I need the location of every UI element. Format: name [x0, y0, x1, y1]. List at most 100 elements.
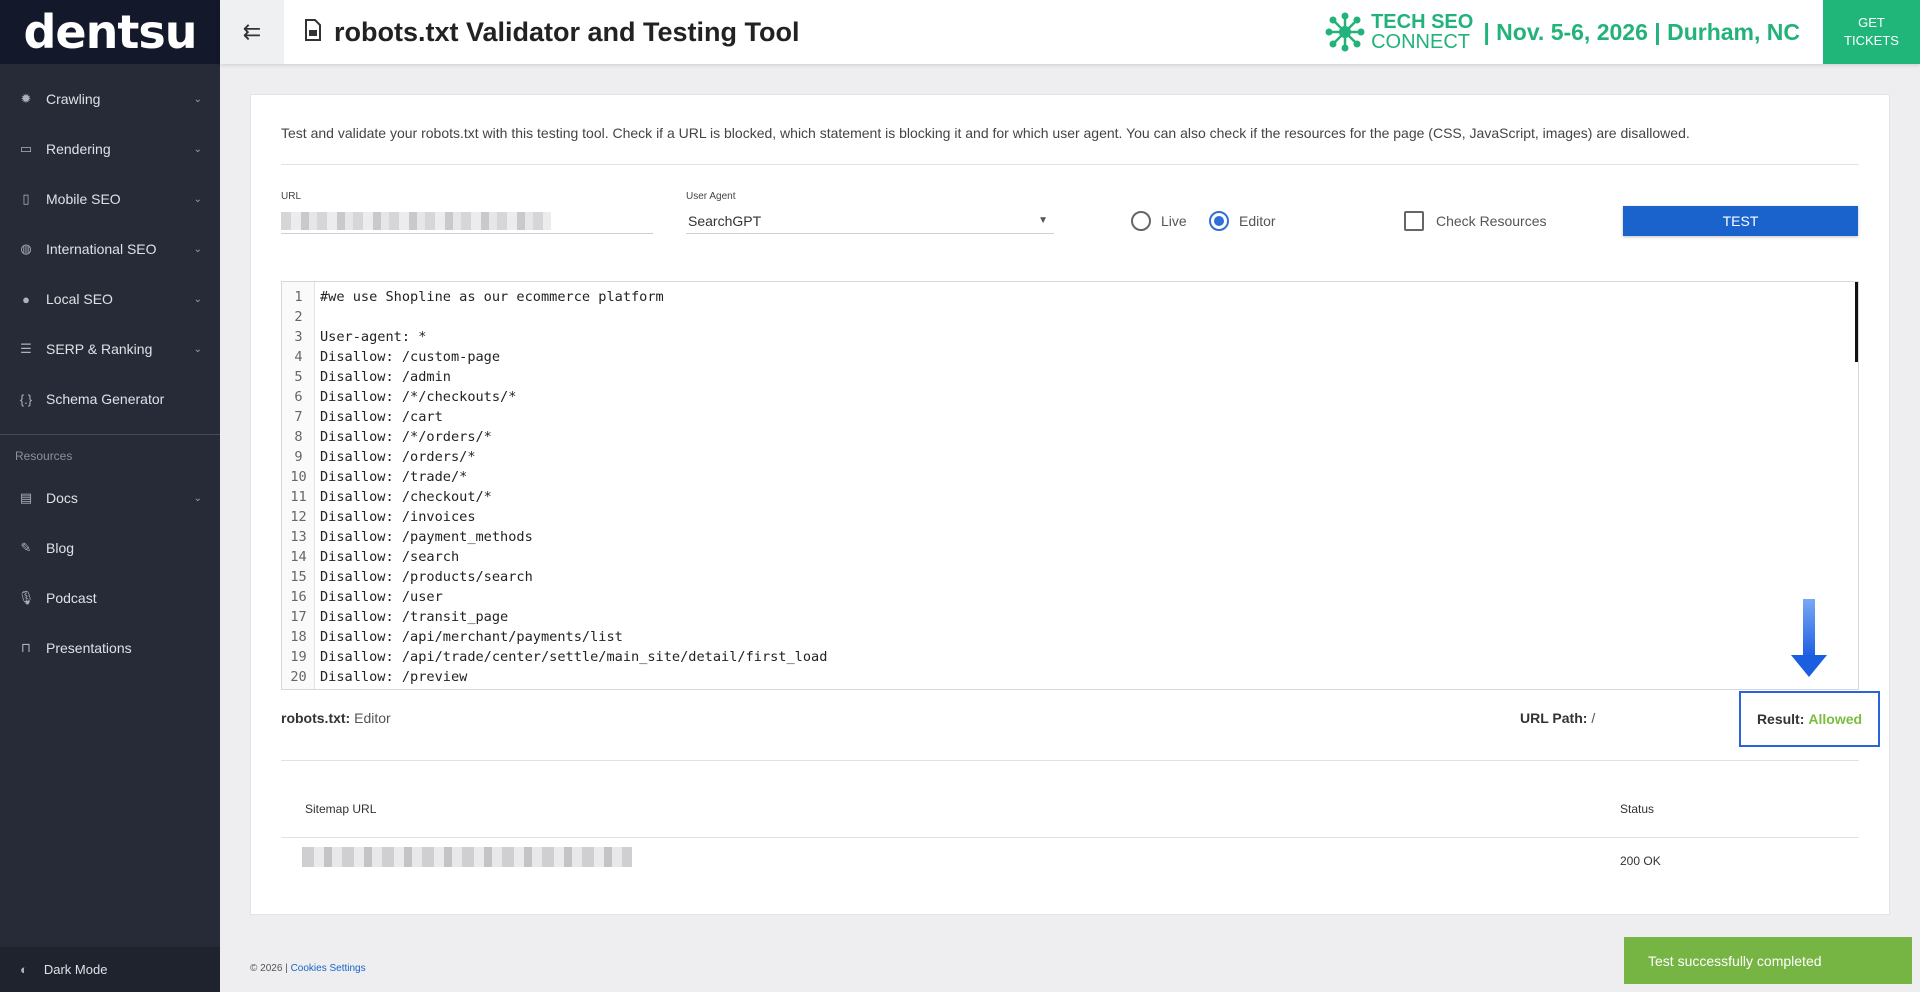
- editor-line[interactable]: 18 Disallow: /api/merchant/payments/list: [282, 627, 623, 647]
- sidebar-item-label: Rendering: [46, 141, 111, 157]
- result-box: Result: Allowed: [1739, 691, 1880, 747]
- dark-mode-toggle[interactable]: ◐ Dark Mode: [0, 947, 220, 992]
- user-agent-select[interactable]: User Agent SearchGPT ▼: [686, 191, 1054, 234]
- line-number: 13: [290, 529, 307, 545]
- success-toast: Test successfully completed: [1624, 937, 1912, 984]
- editor-line-text: Disallow: /*/orders/*: [320, 429, 492, 445]
- editor-line[interactable]: 17 Disallow: /transit_page: [282, 607, 508, 627]
- line-number: 9: [294, 449, 303, 465]
- editor-line[interactable]: 7 Disallow: /cart: [282, 407, 442, 427]
- get-tickets-button[interactable]: GET TICKETS: [1823, 0, 1920, 64]
- tech-seo-connect-banner[interactable]: TECH SEO CONNECT | Nov. 5-6, 2026 | Durh…: [1325, 0, 1800, 64]
- promo-date: | Nov. 5-6, 2026 | Durham, NC: [1483, 18, 1800, 45]
- tickets-line1: GET: [1858, 15, 1885, 30]
- sidebar-item-podcast[interactable]: 🎙 Podcast: [0, 573, 220, 623]
- sidebar-item-rendering[interactable]: ▭ Rendering ⌄: [0, 124, 220, 174]
- sidebar-nav: ✹ Crawling ⌄ ▭ Rendering ⌄ ▯ Mobile SEO ⌄ ◍ Intern…: [0, 64, 220, 424]
- editor-line-text: Disallow: /trade/*: [320, 469, 468, 485]
- line-number: 12: [290, 509, 307, 525]
- line-number: 4: [294, 349, 303, 365]
- chevron-down-icon: ⌄: [193, 243, 202, 255]
- editor-line[interactable]: 10 Disallow: /trade/*: [282, 467, 467, 487]
- check-resources-checkbox[interactable]: Check Resources: [1404, 211, 1547, 231]
- document-icon: [304, 18, 322, 46]
- editor-line[interactable]: 5 Disallow: /admin: [282, 367, 451, 387]
- editor-line[interactable]: 3 User-agent: *: [282, 327, 426, 347]
- chevron-down-icon: ⌄: [193, 293, 202, 305]
- presentation-icon: ⊓: [20, 640, 32, 655]
- editor-line-text: [315, 307, 320, 327]
- editor-line-text: Disallow: /api/merchant/payments/list: [320, 629, 623, 645]
- editor-line[interactable]: 4 Disallow: /custom-page: [282, 347, 500, 367]
- collapse-sidebar-button[interactable]: ⇇: [220, 0, 284, 64]
- list-icon: ☰: [20, 341, 32, 356]
- sidebar-item-label: Blog: [46, 540, 75, 556]
- editor-line-text: Disallow: /user: [320, 589, 443, 605]
- editor-line[interactable]: 12 Disallow: /invoices: [282, 507, 475, 527]
- sidebar-resources-nav: ▤ Docs ⌄ ✎ Blog 🎙 Podcast ⊓ Presentations: [0, 473, 220, 673]
- line-number: 5: [294, 369, 303, 385]
- editor-line[interactable]: 2: [282, 307, 320, 327]
- sidebar-item-serp-ranking[interactable]: ☰ SERP & Ranking ⌄: [0, 324, 220, 374]
- line-number: 3: [294, 329, 303, 345]
- sidebar-item-crawling[interactable]: ✹ Crawling ⌄: [0, 74, 220, 124]
- checkbox-box[interactable]: [1404, 211, 1424, 231]
- chevron-down-icon: ⌄: [193, 492, 202, 504]
- sitemap-status: 200 OK: [1620, 854, 1661, 868]
- redacted-sitemap-url[interactable]: [302, 847, 632, 867]
- test-button[interactable]: TEST: [1623, 206, 1858, 236]
- editor-line[interactable]: 1 #we use Shopline as our ecommerce platf…: [282, 287, 663, 307]
- sidebar-divider: [0, 434, 220, 435]
- cookies-settings-link[interactable]: Cookies Settings: [291, 963, 366, 974]
- caret-down-icon: ▼: [1038, 215, 1048, 226]
- editor-line[interactable]: 20 Disallow: /preview: [282, 667, 467, 687]
- line-number: 8: [294, 429, 303, 445]
- line-number: 14: [290, 549, 307, 565]
- line-number: 1: [294, 289, 303, 305]
- editor-line[interactable]: 13 Disallow: /payment_methods: [282, 527, 532, 547]
- editor-line[interactable]: 11 Disallow: /checkout/*: [282, 487, 492, 507]
- docs-icon: ▤: [19, 490, 33, 505]
- validator-card: Test and validate your robots.txt with t…: [250, 94, 1890, 915]
- radio-live-label: Live: [1161, 213, 1187, 229]
- arrow-down-icon: [1791, 599, 1827, 677]
- radio-live-circle[interactable]: [1131, 211, 1151, 231]
- sidebar-item-docs[interactable]: ▤ Docs ⌄: [0, 473, 220, 523]
- editor-line-text: Disallow: /preview: [320, 669, 468, 685]
- sidebar-item-label: Schema Generator: [46, 391, 165, 407]
- line-number: 20: [290, 669, 307, 685]
- sidebar-item-international-seo[interactable]: ◍ International SEO ⌄: [0, 224, 220, 274]
- robots-editor[interactable]: 1 #we use Shopline as our ecommerce platf…: [281, 281, 1859, 690]
- editor-line[interactable]: 9 Disallow: /orders/*: [282, 447, 475, 467]
- editor-line[interactable]: 19 Disallow: /api/trade/center/settle/mai…: [282, 647, 827, 667]
- line-number: 15: [290, 569, 307, 585]
- editor-line[interactable]: 15 Disallow: /products/search: [282, 567, 532, 587]
- tickets-line2: TICKETS: [1844, 33, 1899, 48]
- footer: © 2026 | Cookies Settings: [250, 963, 366, 974]
- user-agent-value-box[interactable]: SearchGPT ▼: [686, 208, 1054, 234]
- sidebar-item-local-seo[interactable]: ● Local SEO ⌄: [0, 274, 220, 324]
- divider: [281, 760, 1859, 761]
- editor-line[interactable]: 14 Disallow: /search: [282, 547, 459, 567]
- radio-live[interactable]: Live: [1131, 211, 1187, 231]
- sidebar-item-label: International SEO: [46, 241, 157, 257]
- url-input[interactable]: [281, 208, 653, 234]
- sidebar-item-label: SERP & Ranking: [46, 341, 153, 357]
- top-header: ⇇ robots.txt Validator and Testing Tool: [220, 0, 1920, 64]
- editor-line[interactable]: 16 Disallow: /user: [282, 587, 443, 607]
- sidebar-item-blog[interactable]: ✎ Blog: [0, 523, 220, 573]
- url-field[interactable]: URL: [281, 191, 653, 234]
- editor-line[interactable]: 8 Disallow: /*/orders/*: [282, 427, 492, 447]
- redacted-url: [281, 211, 551, 230]
- sidebar-item-schema-generator[interactable]: {.} Schema Generator: [0, 374, 220, 424]
- editor-line[interactable]: 6 Disallow: /*/checkouts/*: [282, 387, 516, 407]
- sitemap-url-header: Sitemap URL: [305, 802, 377, 816]
- radio-editor-circle[interactable]: [1209, 211, 1229, 231]
- sidebar-item-mobile-seo[interactable]: ▯ Mobile SEO ⌄: [0, 174, 220, 224]
- line-number: 11: [290, 489, 307, 505]
- sidebar-item-presentations[interactable]: ⊓ Presentations: [0, 623, 220, 673]
- dentsu-logo[interactable]: dentsu: [0, 0, 220, 64]
- radio-editor[interactable]: Editor: [1209, 211, 1276, 231]
- chevron-down-icon: ⌄: [193, 143, 202, 155]
- editor-scrollbar[interactable]: [1855, 282, 1858, 362]
